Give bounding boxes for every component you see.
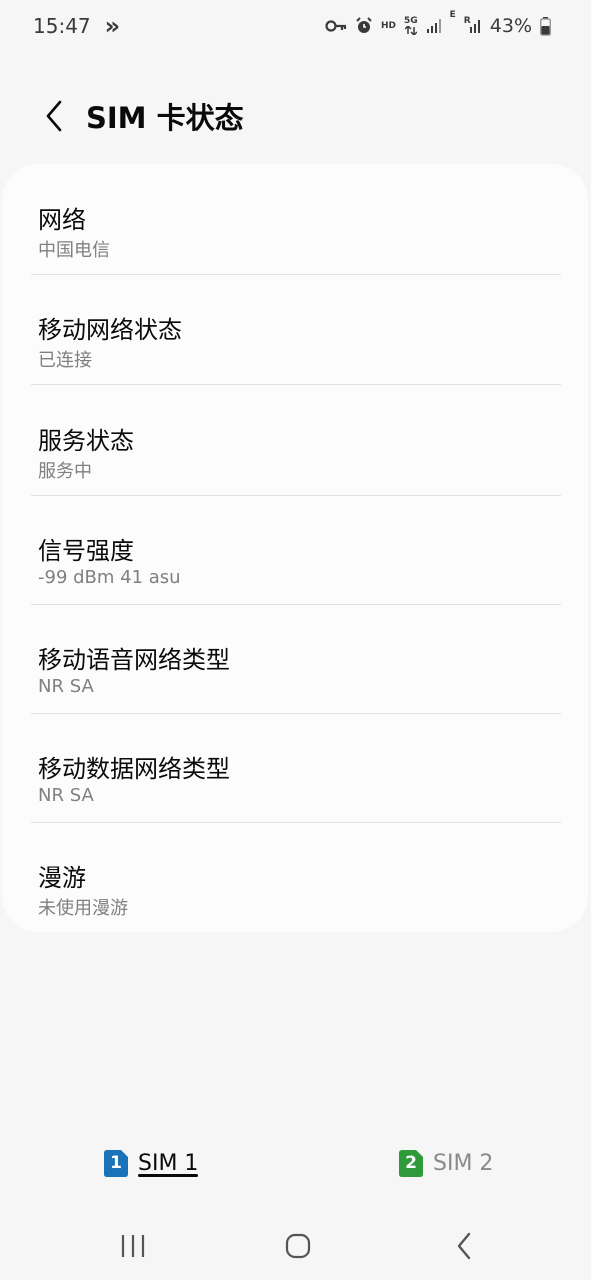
recents-button[interactable] [111, 1224, 155, 1268]
sim2-badge-icon: 2 [399, 1149, 423, 1177]
clock: 15:47 [33, 14, 91, 38]
tab-sim2[interactable]: 2 SIM 2 [399, 1138, 493, 1188]
row-title: 服务状态 [38, 427, 134, 455]
divider [31, 822, 561, 823]
app-header: SIM 卡状态 [0, 84, 591, 148]
tab-label: SIM 1 [138, 1150, 199, 1176]
back-icon [457, 1232, 471, 1260]
back-button[interactable] [22, 84, 86, 148]
chevron-left-icon [46, 100, 62, 132]
tab-label: SIM 2 [433, 1150, 494, 1176]
divider [31, 604, 561, 605]
row-title: 网络 [38, 206, 86, 234]
home-icon [285, 1233, 311, 1259]
row-title: 信号强度 [38, 537, 134, 565]
row-value: -99 dBm 41 asu [38, 567, 181, 588]
sim-tabs: 1 SIM 1 2 SIM 2 [0, 1138, 591, 1188]
divider [31, 384, 561, 385]
battery-percent: 43% [489, 15, 532, 37]
recents-icon [121, 1235, 145, 1257]
row-value: 服务中 [38, 461, 92, 482]
hd-voice-icon: HD [380, 20, 396, 31]
status-right: HD 5G E R 43% [325, 11, 551, 37]
row-service-state[interactable]: 服务状态 服务中 [2, 393, 588, 503]
more-notifications-icon: » [104, 12, 120, 40]
divider [31, 495, 561, 496]
row-voice-network-type[interactable]: 移动语音网络类型 NR SA [2, 612, 588, 722]
tab-sim1[interactable]: 1 SIM 1 [104, 1138, 198, 1188]
divider [31, 713, 561, 714]
row-value: NR SA [38, 785, 94, 806]
row-network[interactable]: 网络 中国电信 [2, 172, 588, 282]
row-value: NR SA [38, 676, 94, 697]
row-title: 移动数据网络类型 [38, 755, 230, 783]
row-value: 已连接 [38, 350, 92, 371]
battery-icon [540, 16, 551, 36]
signal-sim1-icon [426, 19, 441, 33]
system-nav-bar [0, 1210, 591, 1280]
row-signal-strength[interactable]: 信号强度 -99 dBm 41 asu [2, 503, 588, 613]
row-value: 未使用漫游 [38, 898, 128, 919]
status-bar: 15:47 » HD 5G E R 43% [0, 0, 591, 52]
sim-status-card: 网络 中国电信 移动网络状态 已连接 服务状态 服务中 信号强度 -99 dBm… [2, 164, 588, 932]
home-button[interactable] [276, 1224, 320, 1268]
edge-icon: E [449, 10, 456, 20]
alarm-icon [356, 17, 372, 33]
page-title: SIM 卡状态 [86, 101, 244, 135]
selected-indicator [138, 1174, 198, 1177]
row-title: 移动语音网络类型 [38, 646, 230, 674]
divider [31, 274, 561, 275]
row-value: 中国电信 [38, 240, 110, 261]
row-title: 移动网络状态 [38, 316, 182, 344]
nav-back-button[interactable] [442, 1224, 486, 1268]
signal-sim2-roaming-icon: R [464, 17, 482, 35]
row-roaming[interactable]: 漫游 未使用漫游 [2, 830, 588, 940]
status-left: 15:47 » [33, 12, 120, 40]
5g-data-icon: 5G [404, 17, 418, 35]
row-title: 漫游 [38, 864, 86, 892]
sim1-badge-icon: 1 [104, 1149, 128, 1177]
row-mobile-network-state[interactable]: 移动网络状态 已连接 [2, 282, 588, 392]
vpn-key-icon [325, 20, 347, 32]
row-data-network-type[interactable]: 移动数据网络类型 NR SA [2, 721, 588, 831]
